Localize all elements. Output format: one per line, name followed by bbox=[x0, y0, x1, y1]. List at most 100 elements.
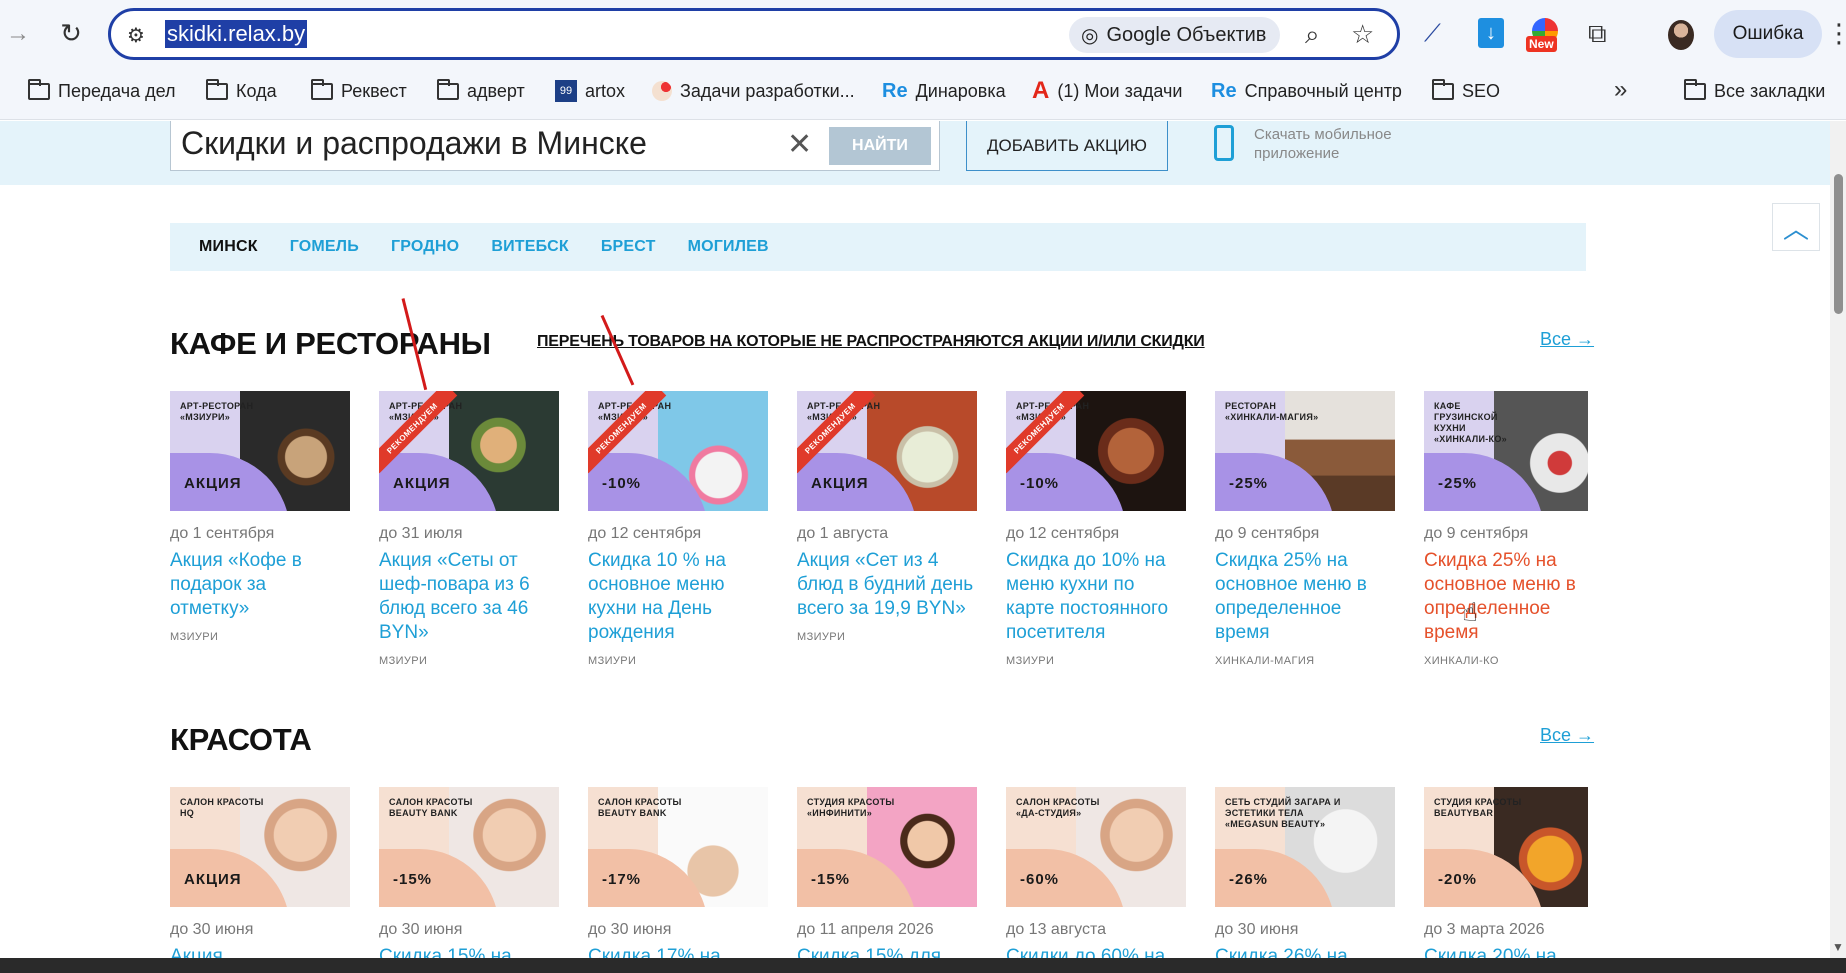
bookmark-item[interactable]: Re Динаровка bbox=[882, 76, 1006, 106]
bookmark-item[interactable]: Кода bbox=[206, 76, 277, 106]
deal-image: СТУДИЯ КРАСОТЫ «ИНФИНИТИ» -15% bbox=[797, 787, 977, 907]
bookmark-item[interactable]: Реквест bbox=[311, 76, 407, 106]
section-title: КРАСОТА bbox=[170, 722, 312, 757]
find-button[interactable]: НАЙТИ bbox=[829, 127, 931, 165]
deal-card[interactable]: АРТ-РЕСТОРАН «МЗИУРИ» АКЦИЯ РЕКОМЕНДУЕМ … bbox=[797, 391, 977, 643]
deal-card[interactable]: АРТ-РЕСТОРАН «МЗИУРИ» -10% РЕКОМЕНДУЕМ д… bbox=[588, 391, 768, 667]
deal-badge: -15% bbox=[393, 871, 433, 888]
deal-venue: СЕТЬ СТУДИЙ ЗАГАРА И ЭСТЕТИКИ ТЕЛА «MEGA… bbox=[1225, 797, 1341, 829]
tab-brest[interactable]: БРЕСТ bbox=[601, 238, 656, 256]
deal-vendor[interactable]: МЗИУРИ bbox=[170, 631, 350, 643]
deal-title[interactable]: Скидка 10 % на основное меню кухни на Де… bbox=[588, 549, 768, 645]
avatar[interactable] bbox=[1668, 20, 1694, 50]
deal-badge: -25% bbox=[1438, 475, 1478, 492]
scroll-down-icon[interactable]: ▼ bbox=[1832, 940, 1844, 954]
deal-badge: -15% bbox=[811, 871, 851, 888]
tab-grodno[interactable]: ГРОДНО bbox=[391, 238, 459, 256]
profile-error-button[interactable]: Ошибка bbox=[1714, 10, 1822, 58]
deal-title[interactable]: Акция «Сет из 4 блюд в будний день всего… bbox=[797, 549, 977, 621]
deal-title[interactable]: Скидка 25% на основное меню в определенн… bbox=[1215, 549, 1395, 645]
deal-venue: САЛОН КРАСОТЫ BEAUTY BANK bbox=[389, 797, 473, 818]
tab-vitebsk[interactable]: ВИТЕБСК bbox=[491, 238, 569, 256]
deal-card[interactable]: САЛОН КРАСОТЫ «ДА-СТУДИЯ» -60% до 13 авг… bbox=[1006, 787, 1186, 969]
bookmark-item[interactable]: Передача дел bbox=[28, 76, 176, 106]
bookmark-item[interactable]: SEO bbox=[1432, 76, 1500, 106]
deal-title[interactable]: Скидка 25% на основное меню в определенн… bbox=[1424, 549, 1588, 645]
puzzle-icon[interactable]: ⧉ bbox=[1588, 18, 1607, 50]
deal-card[interactable]: САЛОН КРАСОТЫ BEAUTY BANK -17% до 30 июн… bbox=[588, 787, 768, 969]
deal-badge: -60% bbox=[1020, 871, 1060, 888]
add-promo-button[interactable]: ДОБАВИТЬ АКЦИЮ bbox=[966, 121, 1168, 171]
folder-icon bbox=[1432, 78, 1454, 100]
lens-icon: ◎ bbox=[1081, 24, 1099, 47]
deal-vendor[interactable]: ХИНКАЛИ-КО bbox=[1424, 655, 1588, 667]
deal-image: КАФЕ ГРУЗИНСКОЙ КУХНИ «ХИНКАЛИ-КО» -25% bbox=[1424, 391, 1588, 511]
site-settings-icon[interactable]: ⚙ bbox=[127, 23, 145, 48]
deal-date: до 13 августа bbox=[1006, 921, 1107, 938]
bookmark-item[interactable]: адверт bbox=[437, 76, 525, 106]
scroll-to-top-button[interactable]: ︿ bbox=[1772, 203, 1820, 251]
deal-date: до 31 июля bbox=[379, 525, 463, 542]
tab-gomel[interactable]: ГОМЕЛЬ bbox=[290, 238, 359, 256]
all-cafes-link[interactable]: Все → bbox=[1540, 329, 1594, 350]
deal-title[interactable]: Акция «Кофе в подарок за отметку» bbox=[170, 549, 350, 621]
city-tabs: МИНСК ГОМЕЛЬ ГРОДНО ВИТЕБСК БРЕСТ МОГИЛЕ… bbox=[170, 223, 1586, 271]
search-input[interactable]: Скидки и распродажи в Минске bbox=[181, 125, 647, 162]
deal-vendor[interactable]: ХИНКАЛИ-МАГИЯ bbox=[1215, 655, 1395, 667]
extension-icon[interactable]: ⟋ bbox=[1424, 20, 1441, 48]
deal-venue: СТУДИЯ КРАСОТЫ «ИНФИНИТИ» bbox=[807, 797, 895, 818]
deal-card[interactable]: АРТ-РЕСТОРАН «МЗИУРИ» АКЦИЯ до 1 сентябр… bbox=[170, 391, 350, 643]
deal-date: до 1 августа bbox=[797, 525, 889, 542]
google-lens-button[interactable]: ◎ Google Объектив bbox=[1069, 17, 1281, 53]
deal-image: СТУДИЯ КРАСОТЫ BEAUTYBAR -20% bbox=[1424, 787, 1588, 907]
search-icon[interactable]: ⌕ bbox=[1305, 19, 1320, 51]
scrollbar-thumb[interactable] bbox=[1834, 174, 1843, 314]
tab-minsk[interactable]: МИНСК bbox=[199, 238, 258, 256]
all-beauty-link[interactable]: Все → bbox=[1540, 725, 1594, 746]
artox-icon: 99 bbox=[555, 80, 577, 102]
deal-image: САЛОН КРАСОТЫ «ДА-СТУДИЯ» -60% bbox=[1006, 787, 1186, 907]
folder-icon bbox=[206, 78, 228, 100]
forward-arrow-icon[interactable]: → bbox=[4, 20, 32, 48]
all-bookmarks[interactable]: Все закладки bbox=[1684, 76, 1825, 106]
deal-vendor[interactable]: МЗИУРИ bbox=[797, 631, 977, 643]
mobile-app-link[interactable]: Скачать мобильное приложение bbox=[1254, 125, 1434, 163]
new-badge: New bbox=[1526, 36, 1557, 52]
deal-card[interactable]: СТУДИЯ КРАСОТЫ «ИНФИНИТИ» -15% до 11 апр… bbox=[797, 787, 977, 969]
deal-date: до 30 июня bbox=[588, 921, 672, 938]
deal-card[interactable]: СТУДИЯ КРАСОТЫ BEAUTYBAR -20% до 3 марта… bbox=[1424, 787, 1588, 969]
deal-date: до 30 июня bbox=[379, 921, 463, 938]
deal-vendor[interactable]: МЗИУРИ bbox=[588, 655, 768, 667]
menu-dots-icon[interactable]: ⋮ bbox=[1826, 18, 1846, 49]
reload-icon[interactable]: ↻ bbox=[56, 18, 86, 48]
deal-card[interactable]: САЛОН КРАСОТЫ HQ АКЦИЯ до 30 июня Акция bbox=[170, 787, 350, 969]
close-icon[interactable]: ✕ bbox=[787, 127, 812, 162]
bookmark-item[interactable]: 99 artox bbox=[555, 76, 625, 106]
address-bar[interactable]: ⚙ skidki.relax.by ◎ Google Объектив ⌕ ☆ bbox=[108, 8, 1400, 60]
deal-image: АРТ-РЕСТОРАН «МЗИУРИ» АКЦИЯ bbox=[170, 391, 350, 511]
bookmark-item[interactable]: Задачи разработки... bbox=[652, 76, 855, 106]
deal-vendor[interactable]: МЗИУРИ bbox=[379, 655, 559, 667]
deal-card[interactable]: АРТ-РЕСТОРАН «МЗИУРИ» АКЦИЯ РЕКОМЕНДУЕМ … bbox=[379, 391, 559, 667]
deal-image: СЕТЬ СТУДИЙ ЗАГАРА И ЭСТЕТИКИ ТЕЛА «MEGA… bbox=[1215, 787, 1395, 907]
download-icon[interactable]: ↓ bbox=[1478, 18, 1504, 48]
bookmark-item[interactable]: Re Справочный центр bbox=[1211, 76, 1402, 106]
deal-card[interactable]: САЛОН КРАСОТЫ BEAUTY BANK -15% до 30 июн… bbox=[379, 787, 559, 969]
deal-vendor[interactable]: МЗИУРИ bbox=[1006, 655, 1186, 667]
folder-icon bbox=[28, 78, 50, 100]
deal-card[interactable]: РЕСТОРАН «ХИНКАЛИ-МАГИЯ» -25% до 9 сентя… bbox=[1215, 391, 1395, 667]
chevron-up-icon: ︿ bbox=[1782, 213, 1809, 244]
more-bookmarks-icon[interactable]: » bbox=[1614, 76, 1627, 104]
deal-card[interactable]: СЕТЬ СТУДИЙ ЗАГАРА И ЭСТЕТИКИ ТЕЛА «MEGA… bbox=[1215, 787, 1395, 969]
address-url[interactable]: skidki.relax.by bbox=[165, 20, 308, 48]
folder-icon bbox=[437, 78, 459, 100]
deal-card[interactable]: КАФЕ ГРУЗИНСКОЙ КУХНИ «ХИНКАЛИ-КО» -25% … bbox=[1424, 391, 1588, 667]
bookmark-item[interactable]: A (1) Мои задачи bbox=[1032, 76, 1182, 106]
tab-mogilev[interactable]: МОГИЛЕВ bbox=[688, 238, 769, 256]
deal-card[interactable]: АРТ-РЕСТОРАН «МЗИУРИ» -10% РЕКОМЕНДУЕМ д… bbox=[1006, 391, 1186, 667]
deal-title[interactable]: Акция «Сеты от шеф-повара из 6 блюд всег… bbox=[379, 549, 559, 645]
deal-title[interactable]: Скидка до 10% на меню кухни по карте пос… bbox=[1006, 549, 1186, 645]
new-extension-icon[interactable]: New bbox=[1526, 18, 1564, 54]
bookmark-star-icon[interactable]: ☆ bbox=[1351, 19, 1374, 50]
exclusions-link[interactable]: ПЕРЕЧЕНЬ ТОВАРОВ НА КОТОРЫЕ НЕ РАСПРОСТР… bbox=[537, 333, 1205, 351]
